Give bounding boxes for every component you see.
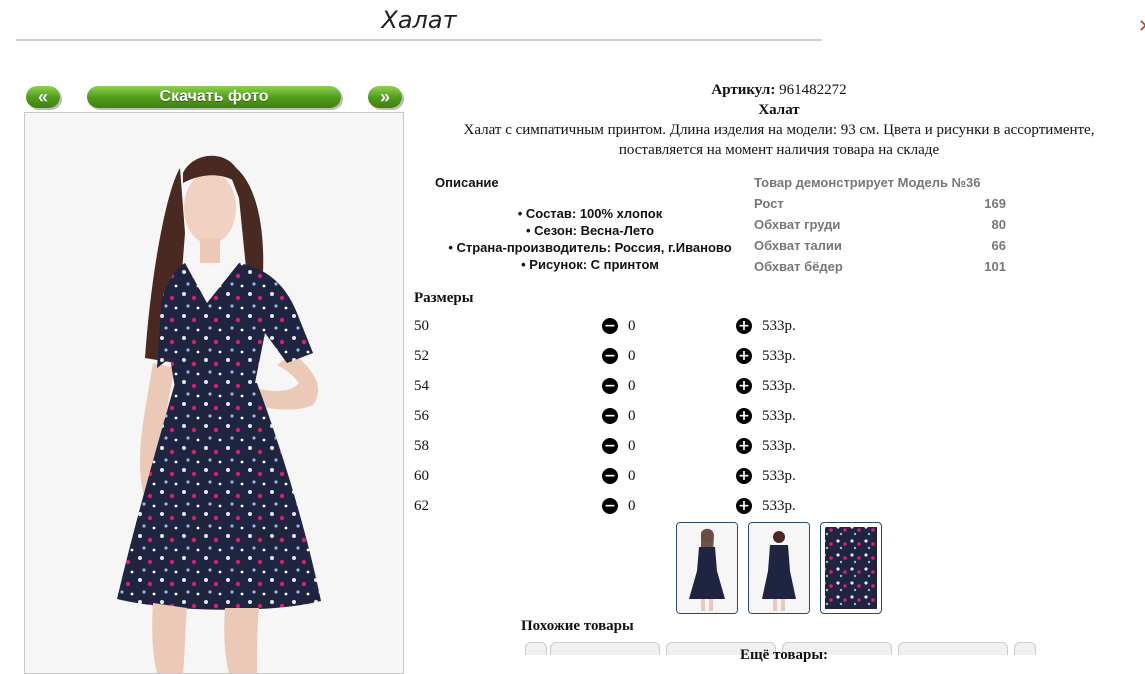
plus-circle-icon[interactable]: + (736, 438, 752, 454)
quantity-value: 0 (628, 438, 636, 454)
next-photo-button[interactable]: » (368, 86, 402, 108)
plus-circle-icon[interactable]: + (736, 378, 752, 394)
product-info: Артикул: 961482272 Халат Халат с симпати… (410, 80, 1145, 160)
price-value: 533р. (762, 498, 796, 514)
size-row: 62 − 0 + 533р. (414, 495, 834, 517)
thumbnail-back[interactable] (748, 522, 810, 614)
model-heading: Товар демонстрирует Модель №36 (754, 175, 981, 190)
quantity-value: 0 (628, 318, 636, 334)
minus-circle-icon[interactable]: − (602, 468, 618, 484)
size-value: 50 (414, 318, 429, 334)
size-value: 60 (414, 468, 429, 484)
minus-circle-icon[interactable]: − (602, 378, 618, 394)
model-measurements: Товар демонстрирует Модель №36 Рост 169 О… (754, 172, 1006, 277)
quantity-value: 0 (628, 378, 636, 394)
table-row: Обхват груди 80 (754, 217, 1006, 232)
product-text-line1: Халат с симпатичным принтом. Длина издел… (463, 122, 1095, 138)
article-label: Артикул: (711, 82, 776, 98)
prev-photo-button[interactable]: « (26, 86, 60, 108)
price-value: 533р. (762, 348, 796, 364)
price-value: 533р. (762, 408, 796, 424)
description-title: Описание (435, 175, 499, 190)
price-value: 533р. (762, 468, 796, 484)
size-value: 62 (414, 498, 429, 514)
list-item: • Страна-производитель: Россия, г.Иванов… (448, 240, 732, 255)
title-divider (16, 39, 822, 41)
list-item: • Рисунок: С принтом (521, 257, 659, 272)
similar-products-title: Похожие товары (521, 618, 634, 634)
plus-circle-icon[interactable]: + (736, 348, 752, 364)
plus-circle-icon[interactable]: + (736, 408, 752, 424)
price-value: 533р. (762, 378, 796, 394)
article-line: Артикул: 961482272 (410, 80, 1145, 100)
list-item: • Сезон: Весна-Лето (525, 223, 655, 238)
product-name: Халат (758, 102, 800, 118)
list-item: • Состав: 100% хлопок (517, 206, 663, 221)
description-list: • Состав: 100% хлопок • Сезон: Весна-Лет… (420, 205, 760, 273)
product-text-line2: поставляется на момент наличия товара на… (618, 142, 940, 158)
plus-circle-icon[interactable]: + (736, 468, 752, 484)
close-icon[interactable]: ✕ (1138, 16, 1145, 37)
size-row: 52 − 0 + 533р. (414, 345, 834, 367)
similar-item-tab[interactable] (898, 642, 1008, 655)
size-value: 56 (414, 408, 429, 424)
more-products-title: Ещё товары: (740, 647, 829, 663)
size-row: 54 − 0 + 533р. (414, 375, 834, 397)
page-title: Халат (381, 6, 457, 34)
product-photo (24, 112, 404, 674)
size-row: 58 − 0 + 533р. (414, 435, 834, 457)
quantity-value: 0 (628, 468, 636, 484)
sizes-title: Размеры (414, 290, 474, 306)
quantity-value: 0 (628, 498, 636, 514)
minus-circle-icon[interactable]: − (602, 318, 618, 334)
quantity-value: 0 (628, 348, 636, 364)
thumbnail-front[interactable] (676, 522, 738, 614)
article-number: 961482272 (779, 82, 847, 98)
table-row: Обхват талии 66 (754, 238, 1006, 253)
minus-circle-icon[interactable]: − (602, 498, 618, 514)
similar-item-tab[interactable] (525, 642, 547, 655)
plus-circle-icon[interactable]: + (736, 318, 752, 334)
size-row: 56 − 0 + 533р. (414, 405, 834, 427)
price-value: 533р. (762, 438, 796, 454)
table-row: Обхват бёдер 101 (754, 259, 1006, 274)
thumbnail-fabric[interactable] (820, 522, 882, 614)
size-value: 54 (414, 378, 429, 394)
size-row: 60 − 0 + 533р. (414, 465, 834, 487)
minus-circle-icon[interactable]: − (602, 408, 618, 424)
quantity-value: 0 (628, 408, 636, 424)
size-value: 52 (414, 348, 429, 364)
plus-circle-icon[interactable]: + (736, 498, 752, 514)
similar-item-tab[interactable] (550, 642, 660, 655)
table-row: Рост 169 (754, 196, 1006, 211)
size-row: 50 − 0 + 533р. (414, 315, 834, 337)
download-photo-button[interactable]: Скачать фото (87, 86, 341, 108)
similar-item-tab[interactable] (1014, 642, 1036, 655)
minus-circle-icon[interactable]: − (602, 348, 618, 364)
size-value: 58 (414, 438, 429, 454)
minus-circle-icon[interactable]: − (602, 438, 618, 454)
price-value: 533р. (762, 318, 796, 334)
